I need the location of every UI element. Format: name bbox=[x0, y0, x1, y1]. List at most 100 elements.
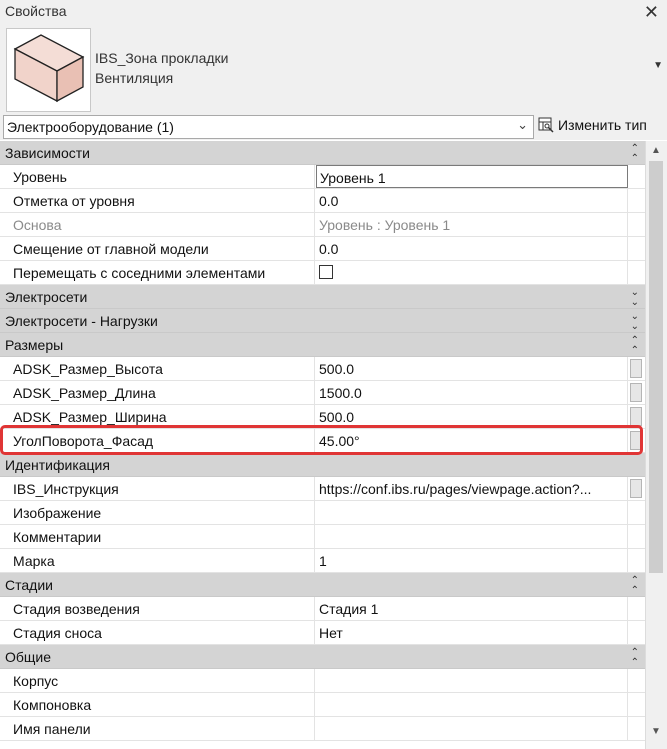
group-identity[interactable]: Идентификация bbox=[0, 453, 645, 477]
prop-row-offset[interactable]: Отметка от уровня 0.0 bbox=[0, 189, 645, 213]
prop-name: Изображение bbox=[13, 505, 102, 521]
prop-value: 45.00° bbox=[319, 433, 360, 449]
category-filter-select[interactable]: Электрооборудование (1) ⌄ bbox=[3, 115, 534, 139]
prop-value: 500.0 bbox=[319, 361, 355, 377]
prop-name: Компоновка bbox=[13, 697, 92, 713]
collapse-icon[interactable]: ⌃ ⌃ bbox=[631, 336, 639, 356]
prop-row-height[interactable]: ADSK_Размер_Высота 500.0 bbox=[0, 357, 645, 381]
expand-icon[interactable]: ⌄ ⌄ bbox=[631, 288, 639, 308]
collapse-icon[interactable]: ⌃ ⌃ bbox=[631, 576, 639, 596]
group-title: Стадии bbox=[5, 577, 53, 593]
associate-parameter-button[interactable] bbox=[630, 407, 642, 426]
associate-parameter-button[interactable] bbox=[630, 479, 642, 498]
case-value-field[interactable] bbox=[316, 669, 628, 692]
prop-row-instruction[interactable]: IBS_Инструкция https://conf.ibs.ru/pages… bbox=[0, 477, 645, 501]
type-selector[interactable]: IBS_Зона прокладки Вентиляция ▼ bbox=[0, 24, 667, 114]
prop-value: 500.0 bbox=[319, 409, 355, 425]
dropdown-arrow-icon[interactable]: ▼ bbox=[653, 60, 663, 71]
title-bar: Свойства ✕ bbox=[0, 0, 667, 25]
offset-value-field[interactable]: 0.0 bbox=[316, 189, 628, 212]
prop-name: Имя панели bbox=[13, 721, 91, 737]
length-value-field[interactable]: 1500.0 bbox=[316, 381, 628, 404]
filter-row: Электрооборудование (1) ⌄ Изменить тип bbox=[0, 114, 667, 140]
group-general[interactable]: Общие ⌃ ⌃ bbox=[0, 645, 645, 669]
prop-row-width[interactable]: ADSK_Размер_Ширина 500.0 bbox=[0, 405, 645, 429]
box-preview-icon bbox=[13, 34, 85, 103]
height-value-field[interactable]: 500.0 bbox=[316, 357, 628, 380]
prop-row-level[interactable]: Уровень Уровень 1 bbox=[0, 165, 645, 189]
prop-name: Марка bbox=[13, 553, 55, 569]
comments-value-field[interactable] bbox=[316, 525, 628, 548]
type-family-name: IBS_Зона прокладки bbox=[95, 50, 229, 66]
group-title: Размеры bbox=[5, 337, 64, 353]
associate-parameter-button[interactable] bbox=[630, 431, 642, 450]
prop-row-angle[interactable]: УголПоворота_Фасад 45.00° bbox=[0, 429, 645, 453]
instruction-value-field[interactable]: https://conf.ibs.ru/pages/viewpage.actio… bbox=[316, 477, 628, 500]
property-grid: Зависимости ⌃ ⌃ Уровень Уровень 1 Отметка… bbox=[0, 141, 645, 741]
scroll-thumb[interactable] bbox=[649, 161, 663, 573]
prop-row-panel-name[interactable]: Имя панели bbox=[0, 717, 645, 741]
collapse-icon[interactable]: ⌃ ⌃ bbox=[631, 648, 639, 668]
vertical-scrollbar[interactable]: ▲ ▼ bbox=[645, 141, 667, 749]
associate-parameter-button[interactable] bbox=[630, 383, 642, 402]
prop-name: УголПоворота_Фасад bbox=[13, 433, 154, 449]
close-icon[interactable]: ✕ bbox=[644, 0, 659, 24]
level-value-field[interactable]: Уровень 1 bbox=[316, 165, 628, 188]
host-offset-value-field[interactable]: 0.0 bbox=[316, 237, 628, 260]
prop-name: Перемещать с соседними элементами bbox=[13, 265, 266, 281]
prop-value: https://conf.ibs.ru/pages/viewpage.actio… bbox=[319, 481, 592, 497]
mark-value-field[interactable]: 1 bbox=[316, 549, 628, 572]
prop-row-image[interactable]: Изображение bbox=[0, 501, 645, 525]
prop-name: Корпус bbox=[13, 673, 59, 689]
associate-parameter-button[interactable] bbox=[630, 359, 642, 378]
prop-name: Отметка от уровня bbox=[13, 193, 135, 209]
prop-row-layout[interactable]: Компоновка bbox=[0, 693, 645, 717]
group-title: Зависимости bbox=[5, 145, 90, 161]
expand-icon[interactable]: ⌄ ⌄ bbox=[631, 312, 639, 332]
group-dimensions[interactable]: Размеры ⌃ ⌃ bbox=[0, 333, 645, 357]
group-electrical[interactable]: Электросети ⌄ ⌄ bbox=[0, 285, 645, 309]
window-title: Свойства bbox=[5, 3, 67, 19]
image-value-field[interactable] bbox=[316, 501, 628, 524]
prop-row-mark[interactable]: Марка 1 bbox=[0, 549, 645, 573]
panel-name-value-field[interactable] bbox=[316, 717, 628, 740]
prop-name: ADSK_Размер_Высота bbox=[13, 361, 163, 377]
prop-row-length[interactable]: ADSK_Размер_Длина 1500.0 bbox=[0, 381, 645, 405]
phase-created-value-field[interactable]: Стадия 1 bbox=[316, 597, 628, 620]
prop-row-case[interactable]: Корпус bbox=[0, 669, 645, 693]
move-with-checkbox[interactable] bbox=[319, 265, 333, 279]
prop-name: Основа bbox=[13, 217, 62, 233]
chevron-down-icon: ⌄ bbox=[517, 117, 528, 132]
collapse-icon[interactable]: ⌃ ⌃ bbox=[631, 144, 639, 164]
type-name: Вентиляция bbox=[95, 70, 174, 86]
scroll-down-icon[interactable]: ▼ bbox=[651, 726, 661, 737]
group-title: Электросети - Нагрузки bbox=[5, 313, 158, 329]
prop-value: 1 bbox=[319, 553, 327, 569]
host-value-field: Уровень : Уровень 1 bbox=[316, 213, 628, 236]
group-phasing[interactable]: Стадии ⌃ ⌃ bbox=[0, 573, 645, 597]
prop-value: Уровень : Уровень 1 bbox=[319, 217, 451, 233]
prop-row-phase-demolished[interactable]: Стадия сноса Нет bbox=[0, 621, 645, 645]
prop-row-host-offset[interactable]: Смещение от главной модели 0.0 bbox=[0, 237, 645, 261]
prop-name: Уровень bbox=[13, 169, 67, 185]
prop-row-host: Основа Уровень : Уровень 1 bbox=[0, 213, 645, 237]
angle-value-field[interactable]: 45.00° bbox=[316, 429, 628, 452]
phase-demolished-value-field[interactable]: Нет bbox=[316, 621, 628, 644]
scroll-up-icon[interactable]: ▲ bbox=[651, 145, 661, 156]
prop-row-phase-created[interactable]: Стадия возведения Стадия 1 bbox=[0, 597, 645, 621]
prop-name: Смещение от главной модели bbox=[13, 241, 209, 257]
prop-row-move-with[interactable]: Перемещать с соседними элементами bbox=[0, 261, 645, 285]
layout-value-field[interactable] bbox=[316, 693, 628, 716]
edit-type-icon bbox=[538, 117, 554, 133]
width-value-field[interactable]: 500.0 bbox=[316, 405, 628, 428]
prop-value: 0.0 bbox=[319, 193, 339, 209]
prop-value: 0.0 bbox=[319, 241, 339, 257]
prop-name: Стадия возведения bbox=[13, 601, 140, 617]
prop-name: ADSK_Размер_Ширина bbox=[13, 409, 167, 425]
edit-type-button[interactable]: Изменить тип bbox=[538, 117, 647, 137]
group-title: Общие bbox=[5, 649, 52, 665]
prop-value: Уровень 1 bbox=[320, 170, 386, 186]
group-constraints[interactable]: Зависимости ⌃ ⌃ bbox=[0, 141, 645, 165]
group-electrical-loads[interactable]: Электросети - Нагрузки ⌄ ⌄ bbox=[0, 309, 645, 333]
prop-row-comments[interactable]: Комментарии bbox=[0, 525, 645, 549]
